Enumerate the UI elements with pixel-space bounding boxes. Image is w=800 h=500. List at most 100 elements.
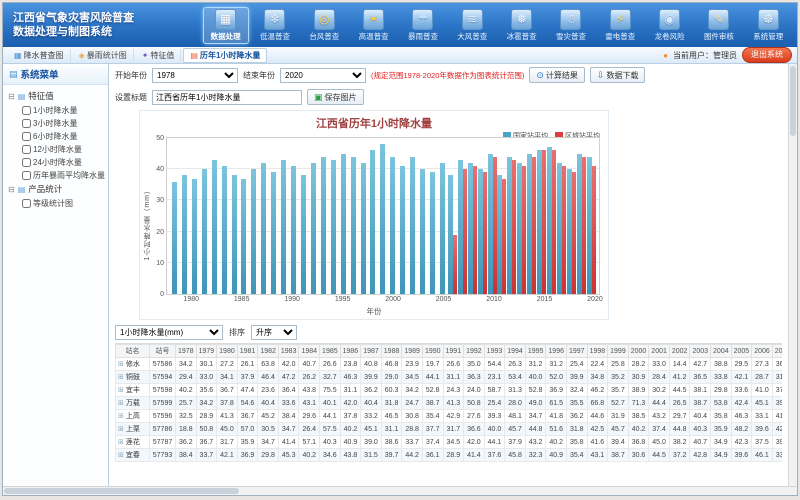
expand-row-icon[interactable]: ⊞ [118, 452, 124, 459]
tree-item-checkbox[interactable] [22, 132, 31, 141]
value-cell: 63.8 [258, 358, 279, 371]
tree-item-checkbox[interactable] [22, 171, 31, 180]
expand-row-icon[interactable]: ⊞ [118, 374, 124, 381]
table-row-上栗[interactable]: ⊞上栗5778618.850.845.057.030.534.726.457.5… [116, 423, 783, 436]
bar-group-2007 [458, 138, 467, 294]
tree-item-24小时降水量[interactable]: 24小时降水量 [8, 156, 106, 169]
expander-icon[interactable]: ⊟ [8, 182, 15, 197]
tab-历年1小时降水量[interactable]: ▤历年1小时降水量 [183, 48, 267, 63]
toolbar-item-台风普查[interactable]: ◎台风普查 [301, 7, 347, 44]
column-header-2005: 2005 [731, 345, 752, 358]
expand-row-icon[interactable]: ⊞ [118, 387, 124, 394]
value-cell: 29.6 [299, 410, 320, 423]
toolbar-item-冰雹普查[interactable]: ❅冰雹普查 [499, 7, 545, 44]
tree-item-checkbox[interactable] [22, 199, 31, 208]
value-cell: 29.0 [381, 371, 402, 384]
bar-group-2010 [488, 138, 497, 294]
main-content: 开始年份 1978 结束年份 2020 (规定范围1978-2020年数据作为图… [109, 64, 788, 486]
value-cell: 34.7 [258, 436, 279, 449]
bar-group-1987 [259, 138, 268, 294]
toolbar-item-低温普查[interactable]: ❄低温普查 [252, 7, 298, 44]
vertical-scrollbar[interactable] [788, 64, 797, 486]
bar-group-1996 [349, 138, 358, 294]
calculate-button[interactable]: ⊙ 计算结果 [529, 67, 585, 83]
table-row-修水[interactable]: ⊞修水5758634.230.127.226.163.842.040.726.6… [116, 358, 783, 371]
table-row-宜丰[interactable]: ⊞宜丰5759840.235.636.747.423.636.443.875.5… [116, 384, 783, 397]
value-cell: 52.8 [525, 384, 546, 397]
tab-label: 特征值 [150, 50, 174, 61]
expand-row-icon[interactable]: ⊞ [118, 426, 124, 433]
column-header-1981: 1981 [237, 345, 258, 358]
tree-item-checkbox[interactable] [22, 158, 31, 167]
column-header-1988: 1988 [381, 345, 402, 358]
toolbar-item-龙卷风险[interactable]: ◉龙卷风险 [647, 7, 693, 44]
value-cell: 26.1 [237, 358, 258, 371]
toolbar-item-数据处理[interactable]: ▦数据处理 [203, 7, 249, 44]
toolbar-item-label: 雷电普查 [598, 31, 642, 42]
value-cell: 37.8 [340, 410, 361, 423]
tab-降水普查图[interactable]: ▦降水普查图 [8, 49, 71, 62]
expand-row-icon[interactable]: ⊞ [118, 400, 124, 407]
tab-label: 历年1小时降水量 [200, 50, 260, 61]
value-cell: 34.9 [711, 436, 732, 449]
toolbar-item-暴雨普查[interactable]: ☂暴雨普查 [400, 7, 446, 44]
value-cell: 35.2 [608, 371, 629, 384]
tree-item-等级统计图[interactable]: 等级统计图 [8, 197, 106, 210]
tree-item-3小时降水量[interactable]: 3小时降水量 [8, 117, 106, 130]
expand-row-icon[interactable]: ⊞ [118, 413, 124, 420]
toolbar-item-雪灾普查[interactable]: ☃雪灾普查 [548, 7, 594, 44]
tree-item-label: 等级统计图 [33, 197, 73, 210]
vertical-scrollbar-thumb[interactable] [790, 66, 796, 136]
tree-item-checkbox[interactable] [22, 106, 31, 115]
start-year-select[interactable]: 1978 [152, 68, 238, 83]
table-row-万载[interactable]: ⊞万载5759925.734.237.854.640.433.643.140.1… [116, 397, 783, 410]
table-row-宜春[interactable]: ⊞宜春5779338.433.742.136.929.845.340.234.6… [116, 449, 783, 462]
toolbar-item-大风普查[interactable]: ≋大风普查 [449, 7, 495, 44]
save-image-button[interactable]: ▣ 保存图片 [307, 89, 364, 105]
column-header-1994: 1994 [505, 345, 526, 358]
tree-item-1小时降水量[interactable]: 1小时降水量 [8, 104, 106, 117]
tree-group-产品统计[interactable]: ⊟▤产品统计 [8, 182, 106, 197]
wind-icon: ≋ [462, 9, 483, 30]
value-cell: 40.9 [546, 449, 567, 462]
horizontal-scrollbar-thumb[interactable] [4, 488, 239, 494]
table-row-莲花[interactable]: ⊞莲花5778736.236.731.735.934.741.457.140.3… [116, 436, 783, 449]
chart-title-input[interactable] [152, 90, 302, 105]
toolbar-item-图件审核[interactable]: ✎图件审核 [696, 7, 742, 44]
tree-item-checkbox[interactable] [22, 119, 31, 128]
tree-item-12小时降水量[interactable]: 12小时降水量 [8, 143, 106, 156]
value-cell: 41.3 [217, 410, 238, 423]
sort-select[interactable]: 升序 [251, 325, 297, 340]
x-tick-1990: 1990 [284, 296, 300, 303]
tree-item-历年暴雨平均降水量[interactable]: 历年暴雨平均降水量 [8, 169, 106, 182]
value-cell: 39.6 [752, 423, 773, 436]
x-tick-2000: 2000 [385, 296, 401, 303]
value-cell: 40.2 [299, 449, 320, 462]
expand-row-icon[interactable]: ⊞ [118, 439, 124, 446]
value-cell: 31.7 [443, 423, 464, 436]
value-cell: 40.2 [340, 423, 361, 436]
end-year-select[interactable]: 2020 [280, 68, 366, 83]
toolbar-item-高温普查[interactable]: ☀高温普查 [351, 7, 397, 44]
tab-暴雨统计图[interactable]: ◈暴雨统计图 [73, 49, 134, 62]
tree-group-特征值[interactable]: ⊟▤特征值 [8, 89, 106, 104]
column-header-1996: 1996 [546, 345, 567, 358]
value-cell: 34.6 [320, 449, 341, 462]
value-cell: 37.5 [752, 436, 773, 449]
expand-row-icon[interactable]: ⊞ [118, 361, 124, 368]
expander-icon[interactable]: ⊟ [8, 89, 15, 104]
tree-item-checkbox[interactable] [22, 145, 31, 154]
table-row-上高[interactable]: ⊞上高5759632.528.941.336.745.238.429.644.1… [116, 410, 783, 423]
value-cell: 36.2 [176, 436, 197, 449]
settings-icon: ☸ [758, 9, 779, 30]
logout-button[interactable]: 退出系统 [742, 47, 792, 63]
download-button[interactable]: ⇩ 数据下载 [590, 67, 646, 83]
value-cell: 31.1 [443, 371, 464, 384]
metric-select[interactable]: 1小时降水量(mm) [115, 325, 223, 340]
toolbar-item-雷电普查[interactable]: ⚡雷电普查 [597, 7, 643, 44]
tree-item-6小时降水量[interactable]: 6小时降水量 [8, 130, 106, 143]
tab-特征值[interactable]: ✦特征值 [136, 49, 182, 62]
horizontal-scrollbar[interactable] [3, 486, 797, 495]
toolbar-item-系统管理[interactable]: ☸系统管理 [745, 7, 791, 44]
table-row-铜鼓[interactable]: ⊞铜鼓5759429.433.034.137.946.447.226.232.7… [116, 371, 783, 384]
